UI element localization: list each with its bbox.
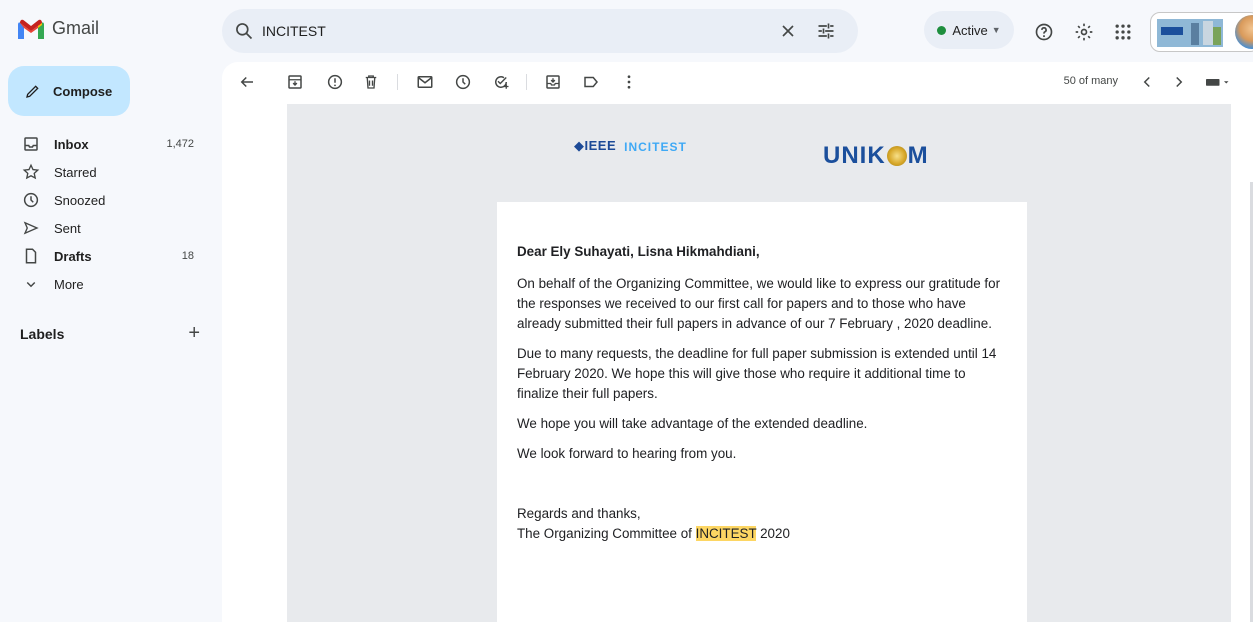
sidebar-item-label: Starred xyxy=(54,164,97,180)
back-arrow-icon[interactable] xyxy=(238,73,256,91)
move-to-icon[interactable] xyxy=(544,73,562,91)
search-icon[interactable] xyxy=(234,21,254,41)
pencil-icon xyxy=(26,85,39,98)
keyboard-input-icon[interactable] xyxy=(1202,73,1234,91)
message-toolbar: 50 of many xyxy=(222,62,1253,102)
chevron-right-icon[interactable] xyxy=(1170,73,1188,91)
search-highlight: INCITEST xyxy=(695,526,757,541)
incitest-logo-text: INCITEST xyxy=(624,140,687,154)
email-paragraph: We hope you will take advantage of the e… xyxy=(517,416,868,431)
status-label: Active xyxy=(952,22,988,38)
add-label-icon[interactable]: + xyxy=(188,322,200,345)
search-options-icon[interactable] xyxy=(816,21,836,41)
unikom-logo-text-right: M xyxy=(907,142,929,169)
email-letter: Dear Ely Suhayati, Lisna Hikmahdiani, On… xyxy=(497,202,1027,622)
account-switcher[interactable] xyxy=(1150,12,1253,52)
pagination-text: 50 of many xyxy=(1063,75,1118,87)
sidebar-item-drafts[interactable]: Drafts 18 xyxy=(0,242,210,270)
snooze-clock-icon[interactable] xyxy=(454,73,472,91)
label-tag-icon[interactable] xyxy=(582,73,600,91)
sidebar-item-label: Drafts xyxy=(54,248,92,264)
send-icon xyxy=(23,221,39,235)
inbox-count: 1,472 xyxy=(166,138,194,150)
email-paragraph: Due to many requests, the deadline for f… xyxy=(517,346,997,401)
sidebar-item-inbox[interactable]: Inbox 1,472 xyxy=(0,130,210,158)
add-to-tasks-icon[interactable] xyxy=(492,73,510,91)
sidebar-item-label: Sent xyxy=(54,220,81,236)
report-spam-icon[interactable] xyxy=(326,73,344,91)
compose-button[interactable]: Compose xyxy=(8,66,130,116)
sidebar-item-starred[interactable]: Starred xyxy=(0,158,210,186)
gmail-m-icon xyxy=(18,19,44,39)
drafts-count: 18 xyxy=(181,250,194,262)
sidebar-nav: Inbox 1,472 Starred Snoozed Sent Drafts … xyxy=(0,130,210,298)
archive-icon[interactable] xyxy=(286,73,304,91)
sidebar-item-sent[interactable]: Sent xyxy=(0,214,210,242)
email-body: ◆IEEE INCITEST UNIK M Dear Ely Suhayati,… xyxy=(287,104,1231,622)
signature-prefix: The Organizing Committee of xyxy=(517,526,696,541)
chevron-down-icon xyxy=(26,281,36,288)
active-status-dot xyxy=(937,25,947,35)
toolbar-divider xyxy=(526,74,527,90)
email-paragraph: We look forward to hearing from you. xyxy=(517,446,737,461)
ieee-logo-text: ◆IEEE xyxy=(574,138,617,153)
top-bar: Gmail Active ▼ xyxy=(0,0,1253,62)
status-selector[interactable]: Active ▼ xyxy=(924,11,1014,49)
sidebar-item-more[interactable]: More xyxy=(0,270,210,298)
message-panel: 50 of many ◆IEEE INCITEST UNIK M Dear El… xyxy=(222,62,1253,622)
chevron-down-icon: ▼ xyxy=(991,25,1001,35)
email-paragraph: On behalf of the Organizing Committee, w… xyxy=(517,276,1001,331)
draft-file-icon xyxy=(25,248,37,264)
mark-unread-icon[interactable] xyxy=(416,73,434,91)
unikom-logo-text-left: UNIK xyxy=(823,142,886,169)
compose-label: Compose xyxy=(53,83,113,99)
search-input[interactable] xyxy=(262,23,778,39)
more-vert-icon[interactable] xyxy=(620,73,638,91)
labels-title: Labels xyxy=(20,325,65,342)
chevron-left-icon[interactable] xyxy=(1138,73,1156,91)
trash-icon[interactable] xyxy=(362,73,380,91)
apps-grid-icon[interactable] xyxy=(1113,22,1133,42)
sidebar-item-label: Snoozed xyxy=(54,192,106,208)
search-bar[interactable] xyxy=(222,9,858,53)
signature-suffix: 2020 xyxy=(756,526,790,541)
star-icon xyxy=(22,163,40,180)
gear-icon[interactable] xyxy=(1074,22,1094,42)
help-icon[interactable] xyxy=(1034,22,1054,42)
clear-search-icon[interactable] xyxy=(778,21,798,41)
email-greeting: Dear Ely Suhayati, Lisna Hikmahdiani, xyxy=(517,244,760,259)
sidebar-item-snoozed[interactable]: Snoozed xyxy=(0,186,210,214)
unikom-seal-icon xyxy=(886,146,907,166)
app-name: Gmail xyxy=(52,18,100,38)
sidebar-item-label: Inbox xyxy=(54,136,89,152)
sidebar-item-label: More xyxy=(54,276,84,292)
email-signature: The Organizing Committee of INCITEST 202… xyxy=(517,524,1007,544)
inbox-icon xyxy=(24,137,38,151)
toolbar-divider xyxy=(397,74,398,90)
gmail-logo[interactable]: Gmail xyxy=(18,18,99,39)
unikom-logo: UNIK M xyxy=(823,142,929,170)
email-regards: Regards and thanks, xyxy=(517,506,641,521)
labels-section: Labels + xyxy=(20,322,200,345)
clock-icon xyxy=(23,192,39,208)
ieee-incitest-logo: ◆IEEE INCITEST xyxy=(574,138,687,154)
